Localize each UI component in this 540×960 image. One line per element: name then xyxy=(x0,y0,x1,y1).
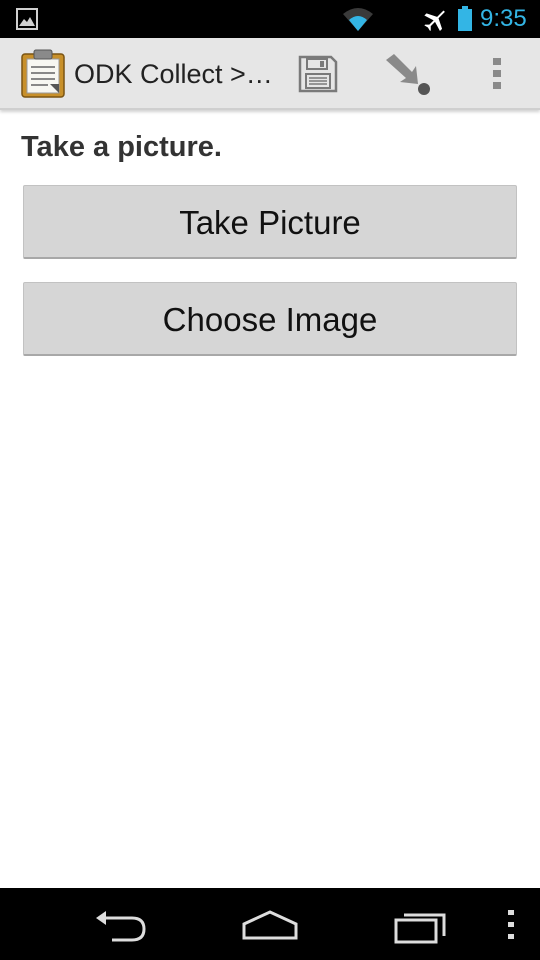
choose-image-button[interactable]: Choose Image xyxy=(23,282,517,356)
take-picture-button[interactable]: Take Picture xyxy=(23,185,517,259)
wifi-icon xyxy=(343,8,373,31)
status-bar: 9:35 xyxy=(0,0,540,38)
question-label: Take a picture. xyxy=(21,131,222,163)
status-time: 9:35 xyxy=(480,5,527,32)
app-title[interactable]: ODK Collect >… xyxy=(74,58,273,90)
action-bar: ODK Collect >… xyxy=(0,38,540,110)
save-icon[interactable] xyxy=(298,55,338,93)
gallery-icon xyxy=(16,8,38,30)
odk-clipboard-icon[interactable] xyxy=(20,48,66,98)
back-icon[interactable] xyxy=(92,908,148,944)
battery-icon xyxy=(458,6,472,31)
jump-to-icon[interactable] xyxy=(384,52,432,96)
navigation-bar xyxy=(0,888,540,960)
home-icon[interactable] xyxy=(240,908,300,944)
airplane-mode-icon xyxy=(424,10,445,32)
overflow-menu-icon[interactable] xyxy=(490,56,504,92)
menu-icon[interactable] xyxy=(505,908,517,942)
recents-icon[interactable] xyxy=(394,908,450,944)
